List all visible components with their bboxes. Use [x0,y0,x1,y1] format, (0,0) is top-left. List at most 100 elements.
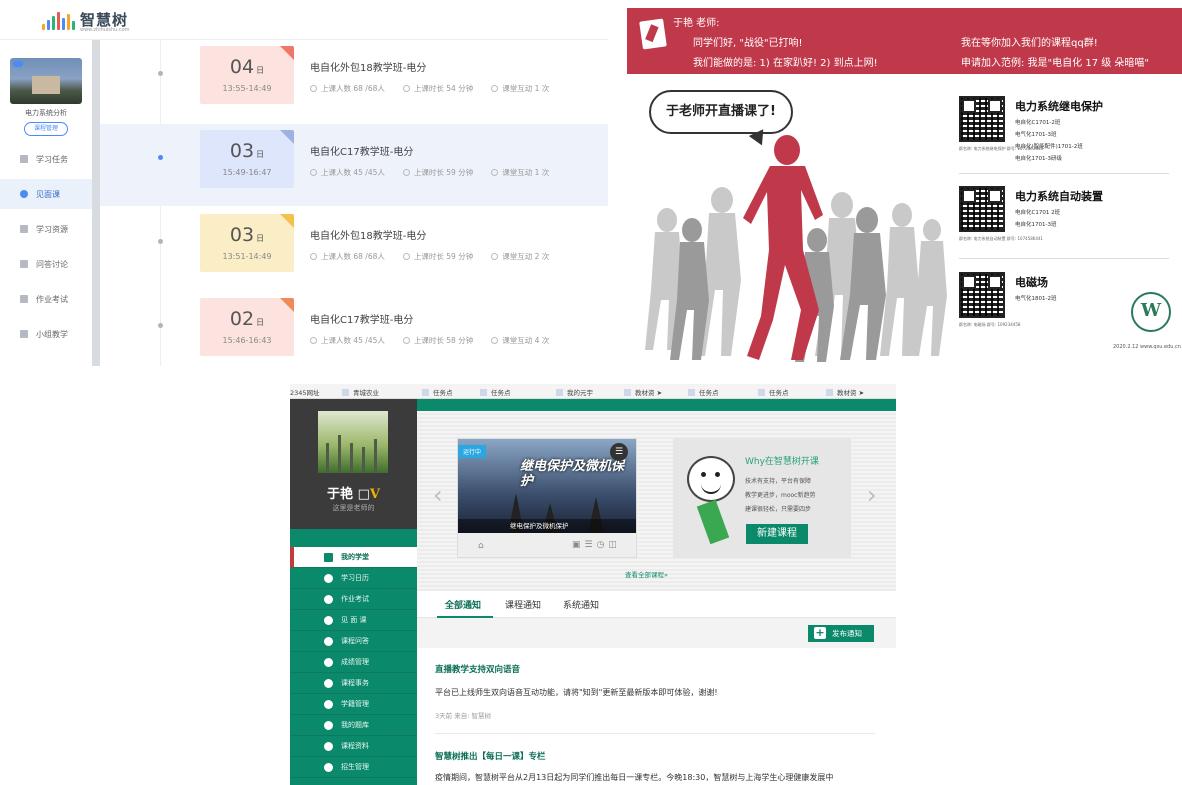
browser-tab[interactable]: 青城农业 [342,387,379,397]
session-day: 04 日 [229,56,265,78]
side-menu-item[interactable]: 课程事务 [290,673,417,694]
notice-title[interactable]: 直播教学支持双向语音 [435,663,875,675]
side-menu-item[interactable]: 我的题库 [290,715,417,736]
card-menu-icon[interactable]: ☰ [610,443,628,461]
side-menu-item[interactable]: 我的学堂 [290,547,417,568]
sidebar-nav-item[interactable]: 问答讨论 [0,249,92,279]
attendance-stat: 上课人数 68 /68人 [310,83,385,94]
course-cover-image[interactable] [10,58,82,104]
session-date-box: 02 日 15:46-16:43 [200,298,294,356]
notice-tab[interactable]: 课程通知 [505,598,541,611]
people-icon [310,169,317,176]
qr-code-icon[interactable] [959,96,1005,142]
sidebar-scrollbar[interactable] [92,40,100,366]
sidebar-nav-item[interactable]: 学习资源 [0,214,92,244]
browser-tab[interactable]: 任务点 [688,387,719,397]
side-menu-item[interactable]: 学籍管理 [290,694,417,715]
notice-tab[interactable]: 全部通知 [445,598,481,611]
mascot-icon [687,456,735,502]
notice-meta: 3天前 来自: 智慧树 [435,712,491,720]
side-menu-item[interactable]: 作业考试 [290,589,417,610]
see-all-courses-link[interactable]: 查看全部课程» [625,569,668,579]
session-title[interactable]: 电自化C17教学班-电分 [310,311,413,326]
session-meta: 上课人数 45 /45人 上课时长 58 分钟 课堂互动 4 次 [310,335,567,346]
tab-favicon-icon [480,389,487,396]
clock-icon [402,337,410,344]
menu-item-icon [324,762,333,772]
menu-item-label: 作业考试 [341,595,369,603]
why-card: Why在智慧树开课 技术有支持，平台有保障 教学更进步，mooc新趋势 建课很轻… [673,438,851,558]
people-icon [310,253,317,260]
notice-item[interactable]: 直播教学支持双向语音 平台已上线师生双向语音互动功能，请将"知到"更新至最新版本… [435,663,875,720]
why-line: 建课很轻松，只需要四步 [745,506,812,513]
nav-item-label: 学习任务 [36,154,68,164]
course-manage-button[interactable]: 课程管理 [24,122,68,136]
browser-tab[interactable]: 任务点 [422,387,453,397]
why-title: Why在智慧树开课 [745,457,819,467]
menu-item-label: 课程资料 [341,742,369,750]
avatar[interactable] [318,411,388,473]
menu-item-label: 见 面 课 [341,616,367,624]
side-menu-item[interactable]: 学习日历 [290,568,417,589]
banner-teacher: 于艳 老师: [673,18,720,29]
carousel-prev-icon[interactable]: ‹ [433,481,443,509]
session-title[interactable]: 电自化外包18教学班-电分 [310,59,426,74]
session-title[interactable]: 电自化外包18教学班-电分 [310,227,426,242]
sidebar-nav-item[interactable]: 见面课 [0,179,92,209]
qq-group-class: 电气化1801-2班 [1015,296,1057,302]
qr-caption: 群名称: 电力系统自动装置 群号: 1074586441 [959,236,1043,241]
browser-tab[interactable]: 我的元宇 [556,387,593,397]
browser-tab[interactable]: 任务点 [480,387,511,397]
sidebar-nav-item[interactable]: 作业考试 [0,284,92,314]
sidebar-nav-item[interactable]: 学习任务 [0,144,92,174]
new-course-button[interactable]: 新建课程 [746,524,808,544]
menu-item-label: 课程事务 [341,679,369,687]
menu-item-label: 课程问答 [341,637,369,645]
side-menu-item[interactable]: 招生管理 [290,757,417,778]
attendance-stat: 上课人数 45 /45人 [310,167,385,178]
interaction-icon [491,169,499,176]
home-icon[interactable]: ⌂ [478,541,484,551]
session-row[interactable]: 03 日 13:51-14:49 电自化外包18教学班-电分 上课人数 68 /68人上… [100,208,608,290]
attendance-stat: 上课人数 45 /45人 [310,335,385,346]
browser-tab[interactable]: 教材资 ➤ [826,387,864,397]
session-row[interactable]: 03 日 15:49-16:47 电自化C17教学班-电分 上课人数 45 /45人 上课… [100,124,608,206]
notice-tab[interactable]: 系统通知 [563,598,599,611]
tab-favicon-icon [422,389,429,396]
session-time: 15:46-16:43 [222,336,272,345]
browser-tabstrip: 2345网址 青城农业 任务点 任务点 我的元宇 教材资 ➤ 任务点 任务点 教材资 ➤ [290,384,896,399]
schedule-panel: 智慧树 www.zhihuishu.com 电力系统分析 课程管理 学习任务 见面… [0,0,608,366]
menu-item-label: 我的题库 [341,721,369,729]
sidebar-nav-item[interactable]: 小组教学 [0,319,92,349]
notice-title[interactable]: 智慧树推出【每日一课】专栏 [435,750,875,762]
qq-group-title: 电力系统继电保护 [1015,100,1103,113]
menu-item-label: 学籍管理 [341,700,369,708]
browser-tab[interactable]: 任务点 [758,387,789,397]
qr-code-icon[interactable] [959,186,1005,232]
carousel-next-icon[interactable]: › [867,481,877,509]
session-meta: 上课人数 45 /45人 上课时长 59 分钟 课堂互动 1 次 [310,167,567,178]
clock-icon [402,85,410,92]
side-menu-item[interactable]: 课程问答 [290,631,417,652]
qr-caption: 群名称: 电磁场 群号: 109234458 [959,322,1021,327]
course-card-footer: ⌂ ▣☰◷◫ [458,537,636,557]
session-title[interactable]: 电自化C17教学班-电分 [310,143,413,158]
session-row[interactable]: 04 日 13:55-14:49 电自化外包18教学班-电分 上课人数 68 /68人上… [100,40,608,122]
profile-card: 于艳 □V 这里是老师的 [290,399,417,529]
qq-group-title: 电磁场 [1015,276,1048,289]
people-icon [310,85,317,92]
side-menu-item[interactable]: 课程资料 [290,736,417,757]
browser-tab[interactable]: 教材资 ➤ [624,387,662,397]
session-row[interactable]: 02 日 15:46-16:43 电自化C17教学班-电分上课人数 45 /45人 上课… [100,292,608,366]
side-menu-item[interactable]: 见 面 课 [290,610,417,631]
course-carousel: ‹ › 继电保护及微机保护 继电保护及微机保护 运行中 ☰ ⌂ ▣☰◷◫ Why… [417,411,896,591]
card-tools-icon[interactable]: ▣☰◷◫ [572,540,621,550]
side-menu-item[interactable]: 成绩管理 [290,652,417,673]
post-notice-button[interactable]: + 发布通知 [808,625,874,642]
browser-tab[interactable]: 2345网址 [290,387,320,397]
course-card[interactable]: 继电保护及微机保护 继电保护及微机保护 运行中 ☰ ⌂ ▣☰◷◫ [457,438,637,558]
top-bar: 智慧树 www.zhihuishu.com [0,0,608,40]
notice-item[interactable]: 智慧树推出【每日一课】专栏 疫情期间，智慧树平台从2月13日起为同学们推出每日一… [435,750,875,783]
qr-code-icon[interactable] [959,272,1005,318]
nav-item-icon [20,260,28,268]
